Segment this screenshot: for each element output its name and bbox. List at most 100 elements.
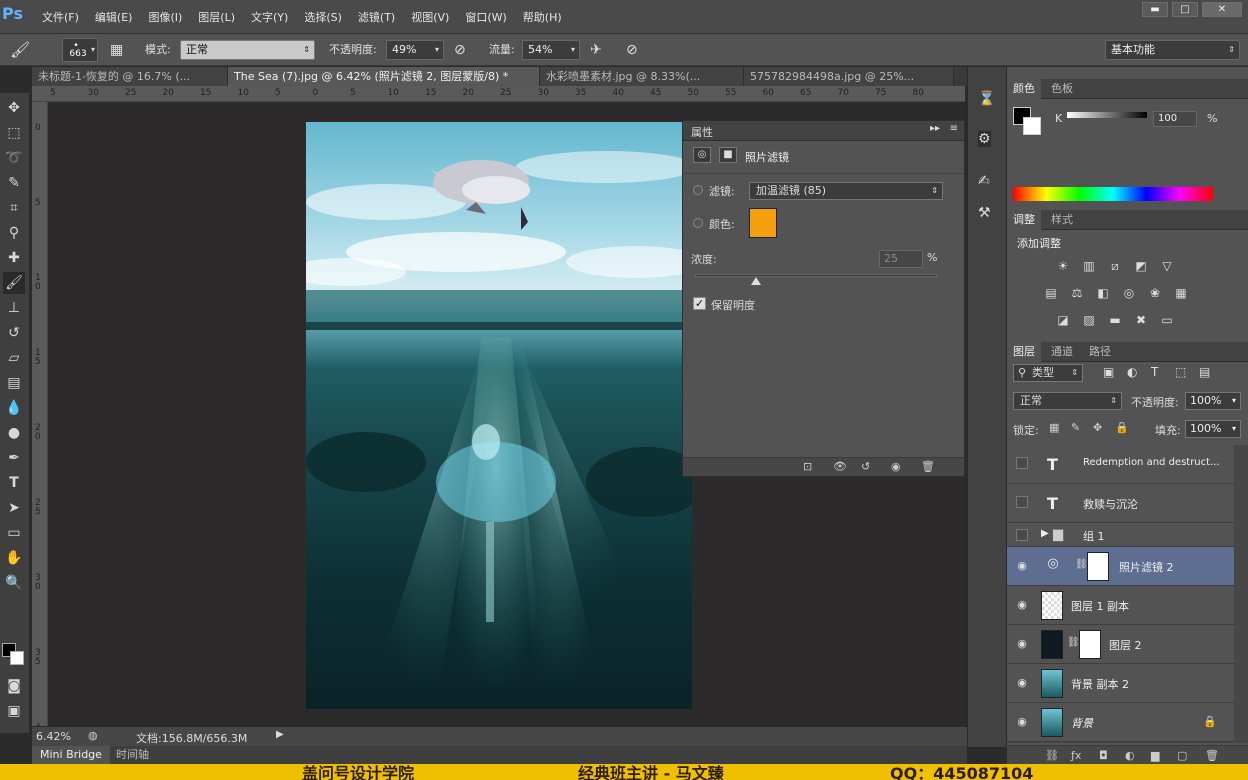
filter-radio[interactable] bbox=[693, 185, 703, 195]
layer-text-chinese[interactable]: T 救赎与沉沦 bbox=[1007, 484, 1234, 523]
add-mask-icon[interactable]: ◘ bbox=[1099, 749, 1108, 762]
background-color-swatch[interactable] bbox=[10, 651, 24, 665]
mode-select[interactable]: 正常 ⇕ bbox=[180, 40, 315, 60]
brush-presets-icon[interactable]: ✍ bbox=[978, 173, 990, 189]
layer-mask-thumbnail[interactable] bbox=[1087, 552, 1109, 581]
menu-image[interactable]: 图像(I) bbox=[140, 9, 190, 25]
menu-help[interactable]: 帮助(H) bbox=[515, 9, 570, 25]
tab-the-sea[interactable]: The Sea (7).jpg @ 6.42% (照片滤镜 2, 图层蒙版/8)… bbox=[228, 67, 540, 86]
photo-filter-adj-icon[interactable]: ◎ bbox=[1121, 286, 1137, 300]
quick-select-tool-icon[interactable]: ✎ bbox=[3, 172, 25, 194]
brush-panel-icon[interactable]: ▦ bbox=[110, 40, 123, 60]
brush-tool-icon[interactable]: 🖌 bbox=[3, 272, 25, 294]
menu-layer[interactable]: 图层(L) bbox=[190, 9, 243, 25]
pressure-size-icon[interactable]: ⊘ bbox=[626, 40, 638, 60]
visibility-icon[interactable]: ◉ bbox=[891, 460, 901, 473]
eye-icon[interactable]: ◉ bbox=[1015, 599, 1029, 611]
filter-type-icon[interactable]: T bbox=[1151, 365, 1158, 379]
eye-icon[interactable]: ◉ bbox=[1015, 716, 1029, 728]
eye-icon[interactable]: ◉ bbox=[1015, 560, 1029, 572]
layer-background-copy-2[interactable]: ◉ 背景 副本 2 bbox=[1007, 664, 1234, 703]
healing-brush-tool-icon[interactable]: ✚ bbox=[3, 247, 25, 269]
eyedropper-tool-icon[interactable]: ⚲ bbox=[3, 222, 25, 244]
status-info-icon[interactable]: ◍ bbox=[88, 729, 98, 742]
layer-group-1[interactable]: ▶ ▆ 组 1 bbox=[1007, 523, 1234, 547]
hue-sat-icon[interactable]: ▤ bbox=[1043, 286, 1059, 300]
new-group-icon[interactable]: ▆ bbox=[1151, 749, 1159, 762]
layer-2[interactable]: ◉ ⛓ 图层 2 bbox=[1007, 625, 1234, 664]
workspace-select[interactable]: 基本功能 ⇕ bbox=[1105, 40, 1240, 60]
color-swatch[interactable] bbox=[749, 208, 777, 238]
brush-preset-picker[interactable]: • 663 ▾ bbox=[62, 38, 98, 62]
photo-filter-icon[interactable]: ◎ bbox=[693, 147, 711, 163]
crop-tool-icon[interactable]: ⌗ bbox=[3, 197, 25, 219]
pressure-opacity-icon[interactable]: ⊘ bbox=[454, 40, 466, 60]
menu-type[interactable]: 文字(Y) bbox=[243, 9, 296, 25]
eraser-tool-icon[interactable]: ▱ bbox=[3, 347, 25, 369]
dodge-tool-icon[interactable]: ● bbox=[3, 422, 25, 444]
exposure-icon[interactable]: ◩ bbox=[1133, 259, 1149, 273]
panel-menu-icon[interactable]: ≡ bbox=[950, 123, 958, 134]
new-adjustment-icon[interactable]: ◐ bbox=[1125, 749, 1135, 762]
pen-tool-icon[interactable]: ✒ bbox=[3, 447, 25, 469]
lasso-tool-icon[interactable]: ➰ bbox=[3, 147, 25, 169]
view-previous-icon[interactable]: 👁 bbox=[833, 460, 847, 473]
k-value-input[interactable]: 100 bbox=[1153, 111, 1197, 127]
delete-icon[interactable]: 🗑 bbox=[921, 460, 935, 473]
lock-pixels-icon[interactable]: ✎ bbox=[1071, 421, 1080, 434]
color-balance-icon[interactable]: ⚖ bbox=[1069, 286, 1085, 300]
visibility-toggle[interactable] bbox=[1016, 496, 1028, 508]
minimize-button[interactable]: ▬ bbox=[1142, 2, 1168, 17]
tab-575782984498a[interactable]: 575782984498a.jpg @ 25%... bbox=[744, 67, 954, 86]
brightness-icon[interactable]: ☀ bbox=[1055, 259, 1071, 273]
document-image[interactable] bbox=[306, 122, 692, 709]
tab-untitled[interactable]: 未标题-1-恢复的 @ 16.7% (... bbox=[32, 67, 228, 86]
history-brush-tool-icon[interactable]: ↺ bbox=[3, 322, 25, 344]
quick-mask-icon[interactable]: ◙ bbox=[3, 675, 25, 697]
visibility-toggle[interactable] bbox=[1016, 529, 1028, 541]
move-tool-icon[interactable]: ✥ bbox=[3, 97, 25, 119]
menu-file[interactable]: 文件(F) bbox=[34, 9, 87, 25]
color-lookup-icon[interactable]: ▦ bbox=[1173, 286, 1189, 300]
layer-opacity-input[interactable]: 100% ▾ bbox=[1185, 392, 1241, 410]
hand-tool-icon[interactable]: ✋ bbox=[3, 547, 25, 569]
screen-mode-icon[interactable]: ▣ bbox=[3, 700, 25, 722]
invert-icon[interactable]: ◪ bbox=[1055, 313, 1071, 327]
fx-icon[interactable]: ƒx bbox=[1071, 749, 1081, 762]
layer-redemption[interactable]: T Redemption and destruct... bbox=[1007, 445, 1234, 484]
lock-position-icon[interactable]: ✥ bbox=[1093, 421, 1102, 434]
tab-adjustments[interactable]: 调整 bbox=[1007, 210, 1041, 230]
gradient-tool-icon[interactable]: ▤ bbox=[3, 372, 25, 394]
lock-transparent-icon[interactable]: ▦ bbox=[1049, 421, 1059, 434]
color-radio[interactable] bbox=[693, 218, 703, 228]
fill-input[interactable]: 100% ▾ bbox=[1185, 420, 1241, 438]
tab-channels[interactable]: 通道 bbox=[1045, 342, 1079, 362]
opacity-input[interactable]: 49% ▾ bbox=[386, 40, 444, 60]
marquee-tool-icon[interactable]: ⬚ bbox=[3, 122, 25, 144]
tab-timeline[interactable]: 时间轴 bbox=[112, 746, 153, 764]
collapse-icon[interactable]: ▸▸ bbox=[930, 123, 940, 134]
zoom-level[interactable]: 6.42% bbox=[36, 730, 71, 743]
tool-presets-icon[interactable]: ⚒ bbox=[978, 205, 991, 221]
history-icon[interactable]: ⌛ bbox=[978, 91, 995, 107]
levels-icon[interactable]: ▥ bbox=[1081, 259, 1097, 273]
shape-tool-icon[interactable]: ▭ bbox=[3, 522, 25, 544]
flow-input[interactable]: 54% ▾ bbox=[522, 40, 580, 60]
tab-mini-bridge[interactable]: Mini Bridge bbox=[32, 746, 110, 764]
reset-icon[interactable]: ↺ bbox=[861, 460, 870, 473]
k-slider[interactable] bbox=[1067, 112, 1147, 118]
filter-adjust-icon[interactable]: ◐ bbox=[1127, 365, 1137, 379]
tab-color[interactable]: 颜色 bbox=[1007, 79, 1041, 99]
clone-stamp-tool-icon[interactable]: ⊥ bbox=[3, 297, 25, 319]
filter-select[interactable]: 加温滤镜 (85) ⇕ bbox=[749, 182, 943, 200]
layer-mask-thumbnail[interactable] bbox=[1079, 630, 1101, 659]
close-button[interactable]: ✕ bbox=[1202, 2, 1242, 17]
link-layers-icon[interactable]: ⛓ bbox=[1045, 749, 1059, 762]
delete-layer-icon[interactable]: 🗑 bbox=[1205, 749, 1219, 762]
mask-icon[interactable]: ■ bbox=[719, 147, 737, 163]
density-slider-thumb[interactable] bbox=[750, 277, 761, 285]
density-input[interactable]: 25 bbox=[879, 250, 923, 268]
filter-pixel-icon[interactable]: ▣ bbox=[1103, 365, 1114, 379]
selective-color-icon[interactable]: ✖ bbox=[1133, 313, 1149, 327]
black-white-icon[interactable]: ◧ bbox=[1095, 286, 1111, 300]
